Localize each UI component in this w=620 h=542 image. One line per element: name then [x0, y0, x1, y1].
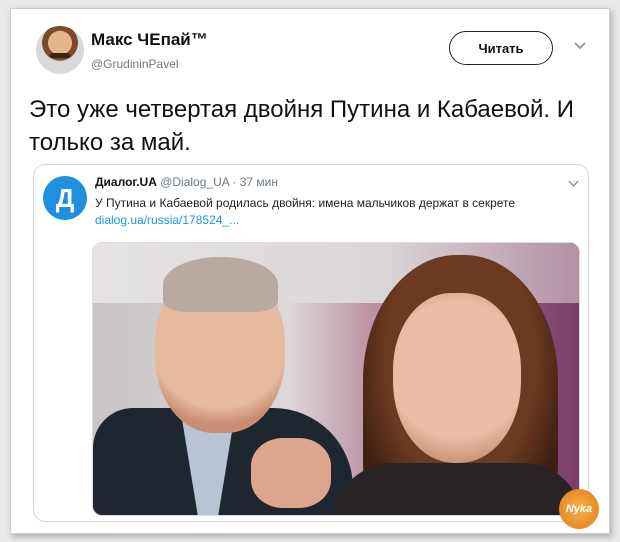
quoted-meta: @Dialog_UA · 37 мин — [160, 175, 279, 189]
photo-figure-left-hair — [163, 257, 278, 312]
author-name[interactable]: Макс ЧЕпай™ — [91, 30, 208, 50]
author-avatar[interactable] — [36, 26, 84, 74]
follow-button[interactable]: Читать — [449, 31, 553, 65]
quoted-header: Диалог.UA @Dialog_UA · 37 мин — [95, 175, 278, 189]
author-handle[interactable]: @GrudininPavel — [91, 57, 179, 71]
photo-figure-left-hand — [251, 438, 331, 508]
chevron-down-icon[interactable] — [573, 41, 587, 51]
quoted-author-name[interactable]: Диалог.UA — [95, 175, 157, 189]
quoted-link[interactable]: dialog.ua/russia/178524_... — [95, 213, 239, 227]
quoted-chevron-down-icon[interactable] — [568, 180, 579, 188]
photo-figure-right-face — [393, 293, 521, 463]
watermark-logo: Nyka — [559, 489, 599, 529]
photo-figure-right-body — [333, 463, 579, 515]
quoted-text-block: У Путина и Кабаевой родилась двойня: име… — [95, 195, 565, 229]
news-photo[interactable] — [92, 242, 580, 516]
tweet-text: Это уже четвертая двойня Путина и Кабаев… — [29, 96, 574, 156]
quoted-tweet[interactable]: Д Диалог.UA @Dialog_UA · 37 мин У Путина… — [33, 164, 589, 522]
quoted-avatar[interactable]: Д — [43, 176, 87, 220]
quoted-text: У Путина и Кабаевой родилась двойня: име… — [95, 196, 516, 210]
tweet-card: Макс ЧЕпай™ @GrudininPavel Читать Это уж… — [10, 8, 610, 534]
